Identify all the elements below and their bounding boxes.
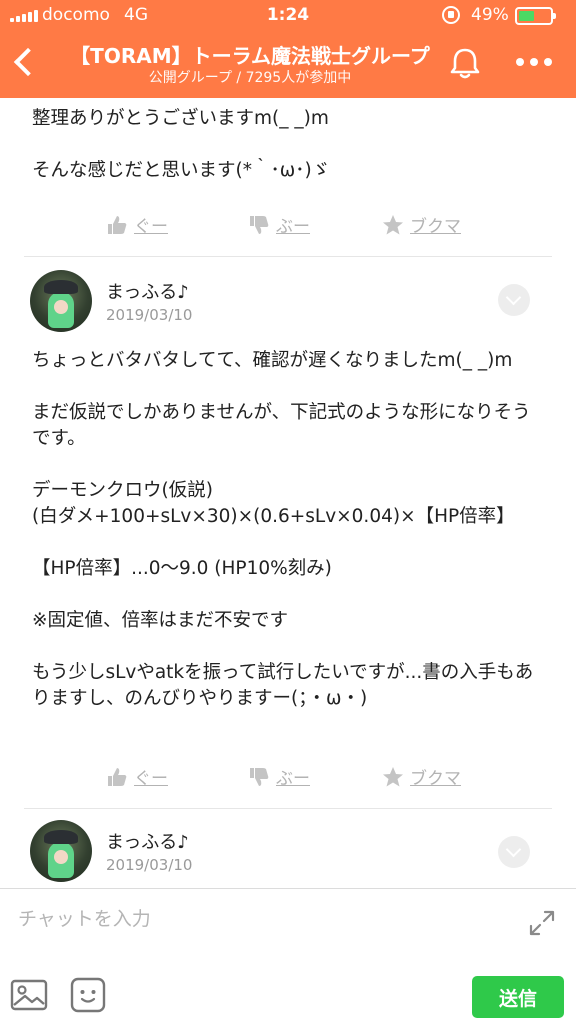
send-button[interactable]: 送信: [472, 976, 564, 1018]
post-divider: [24, 808, 552, 809]
thumbs-down-icon: [250, 767, 269, 786]
post-date: 2019/03/10: [106, 856, 193, 874]
post-actions: ぐー ぶー ブクマ: [0, 212, 576, 242]
top-bar: docomo 4G 1:24 49% 【TORAM】トーラム魔法戦士グループ 公…: [0, 0, 576, 98]
thumbs-down-icon: [250, 215, 269, 234]
bookmark-button[interactable]: ブクマ: [382, 212, 461, 237]
boo-button[interactable]: ぶー: [248, 212, 310, 237]
battery-percent: 49%: [471, 5, 509, 25]
battery-icon: [515, 7, 556, 25]
post-divider: [24, 256, 552, 257]
good-button[interactable]: ぐー: [106, 764, 168, 789]
chat-thread[interactable]: 整理ありがとうございますm(_ _)m そんな感じだと思います(*｀･ω･)ゞ …: [0, 98, 576, 888]
author-name: まっふる♪: [106, 832, 189, 853]
bookmark-button[interactable]: ブクマ: [382, 764, 461, 789]
chat-input-bar: 送信: [0, 888, 576, 1024]
avatar[interactable]: [30, 820, 92, 882]
bell-icon[interactable]: [446, 44, 484, 82]
post-actions: ぐー ぶー ブクマ: [0, 764, 576, 794]
author-name: まっふる♪: [106, 282, 189, 303]
group-header: 【TORAM】トーラム魔法戦士グループ 公開グループ / 7295人が参加中: [0, 32, 576, 98]
image-icon[interactable]: [10, 979, 48, 1011]
thumbs-up-icon: [108, 215, 127, 234]
group-subtitle: 公開グループ / 7295人が参加中: [148, 70, 352, 86]
post-date: 2019/03/10: [106, 306, 193, 324]
expand-icon[interactable]: [526, 907, 558, 939]
more-icon[interactable]: [512, 52, 556, 72]
battery-level-fill: [519, 11, 534, 21]
boo-button[interactable]: ぶー: [248, 764, 310, 789]
chat-input[interactable]: [18, 903, 498, 935]
post-body: ちょっとバタバタしてて、確認が遅くなりましたm(_ _)m まだ仮説でしかありま…: [32, 350, 534, 709]
back-icon[interactable]: [8, 42, 42, 82]
star-icon: [383, 214, 403, 234]
stamp-icon[interactable]: [70, 977, 106, 1013]
good-button[interactable]: ぐー: [106, 212, 168, 237]
post-body: 整理ありがとうございますm(_ _)m そんな感じだと思います(*｀･ω･)ゞ: [32, 108, 331, 181]
thumbs-up-icon: [108, 767, 127, 786]
chevron-down-icon[interactable]: [498, 836, 530, 868]
star-icon: [383, 766, 403, 786]
chevron-down-icon[interactable]: [498, 284, 530, 316]
status-bar: docomo 4G 1:24 49%: [0, 0, 576, 32]
group-title[interactable]: 【TORAM】トーラム魔法戦士グループ: [60, 40, 440, 69]
avatar[interactable]: [30, 270, 92, 332]
orientation-lock-icon: [442, 6, 460, 24]
